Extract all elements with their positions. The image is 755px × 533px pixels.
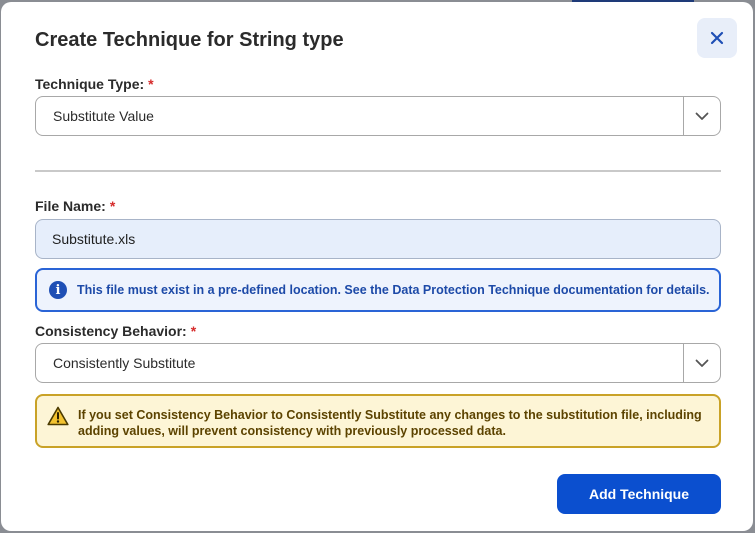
dialog-title: Create Technique for String type <box>35 29 344 51</box>
info-icon: i <box>49 281 67 299</box>
technique-type-value: Substitute Value <box>53 108 154 124</box>
create-technique-dialog: Create Technique for String type Techniq… <box>1 2 753 531</box>
consistency-behavior-select[interactable]: Consistently Substitute <box>35 343 721 383</box>
info-notice-text: This file must exist in a pre-defined lo… <box>77 283 710 297</box>
technique-type-select[interactable]: Substitute Value <box>35 96 721 136</box>
consistency-behavior-label-text: Consistency Behavior: <box>35 323 187 339</box>
required-mark: * <box>109 198 116 214</box>
required-mark: * <box>148 76 154 92</box>
technique-type-dropdown-toggle[interactable] <box>683 97 720 135</box>
file-name-label: File Name: * <box>35 198 115 214</box>
consistency-behavior-value: Consistently Substitute <box>53 355 196 371</box>
close-icon <box>710 31 724 45</box>
warning-notice-text: If you set Consistency Behavior to Consi… <box>78 408 702 438</box>
close-button[interactable] <box>697 18 737 58</box>
chevron-down-icon <box>695 359 709 367</box>
warning-icon <box>47 406 69 426</box>
consistency-behavior-dropdown-toggle[interactable] <box>683 344 720 382</box>
chevron-down-icon <box>695 112 709 120</box>
technique-type-label-text: Technique Type: <box>35 76 145 92</box>
warning-notice: If you set Consistency Behavior to Consi… <box>35 394 721 448</box>
required-mark: * <box>190 323 197 339</box>
info-notice: i This file must exist in a pre-defined … <box>35 268 721 312</box>
add-technique-button[interactable]: Add Technique <box>557 474 721 514</box>
technique-type-label: Technique Type: * <box>35 76 154 92</box>
file-name-label-text: File Name: <box>35 198 106 214</box>
file-name-input[interactable] <box>35 219 721 259</box>
section-divider <box>35 170 721 172</box>
consistency-behavior-label: Consistency Behavior: * <box>35 323 196 339</box>
